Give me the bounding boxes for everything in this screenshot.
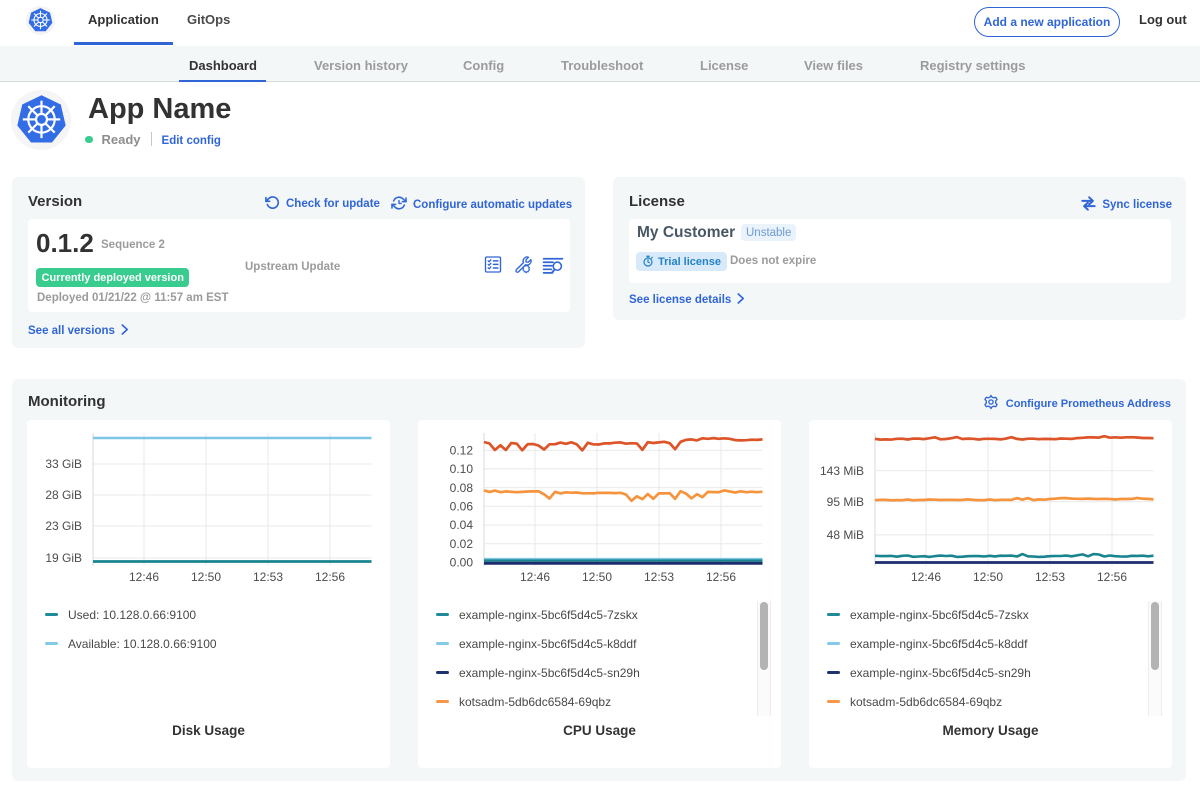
- svg-text:0.00: 0.00: [450, 556, 474, 570]
- svg-text:12:53: 12:53: [644, 570, 674, 584]
- svg-text:19 GiB: 19 GiB: [45, 551, 82, 565]
- svg-text:0.04: 0.04: [450, 518, 474, 532]
- svg-text:12:56: 12:56: [706, 570, 736, 584]
- svg-text:12:53: 12:53: [253, 570, 283, 584]
- svg-text:12:53: 12:53: [1035, 570, 1065, 584]
- svg-text:12:50: 12:50: [582, 570, 612, 584]
- svg-text:12:46: 12:46: [911, 570, 941, 584]
- svg-text:33 GiB: 33 GiB: [45, 457, 82, 471]
- svg-text:12:46: 12:46: [129, 570, 159, 584]
- svg-text:0.02: 0.02: [450, 537, 474, 551]
- svg-text:12:46: 12:46: [520, 570, 550, 584]
- svg-text:12:56: 12:56: [1097, 570, 1127, 584]
- svg-text:0.10: 0.10: [450, 462, 474, 476]
- svg-text:12:50: 12:50: [973, 570, 1003, 584]
- svg-text:12:50: 12:50: [191, 570, 221, 584]
- svg-text:28 GiB: 28 GiB: [45, 488, 82, 502]
- svg-text:143 MiB: 143 MiB: [820, 464, 864, 478]
- svg-text:23 GiB: 23 GiB: [45, 519, 82, 533]
- svg-text:0.06: 0.06: [450, 500, 474, 514]
- svg-text:0.08: 0.08: [450, 481, 474, 495]
- svg-text:0.12: 0.12: [450, 443, 474, 457]
- svg-text:12:56: 12:56: [315, 570, 345, 584]
- svg-text:95 MiB: 95 MiB: [827, 495, 864, 509]
- svg-text:48 MiB: 48 MiB: [827, 528, 864, 542]
